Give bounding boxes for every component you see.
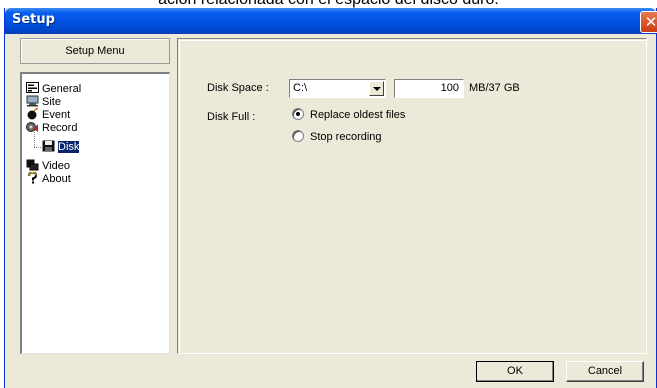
disk-icon	[42, 140, 55, 152]
disk-size-unit: MB/37 GB	[469, 82, 520, 94]
tree-connector	[34, 147, 41, 148]
radio-label: Replace oldest files	[310, 109, 406, 122]
title-bar[interactable]: Setup ✕	[5, 8, 657, 34]
menu-item-about[interactable]: About	[26, 171, 71, 186]
ok-button[interactable]: OK	[476, 361, 554, 382]
menu-item-label: Video	[42, 160, 70, 173]
radio-button[interactable]	[292, 130, 304, 143]
menu-item-record[interactable]: Record	[26, 121, 77, 135]
menu-item-label: General	[42, 83, 82, 96]
menu-item-label: Site	[42, 96, 61, 109]
disk-full-label: Disk Full :	[207, 111, 256, 123]
video-icon	[26, 159, 39, 171]
about-icon	[26, 171, 39, 184]
chevron-down-icon[interactable]	[369, 81, 384, 96]
menu-item-label: Record	[42, 122, 78, 135]
radio-button[interactable]	[292, 108, 304, 121]
close-button[interactable]: ✕	[640, 11, 657, 33]
record-icon	[26, 121, 39, 133]
menu-item-general[interactable]: General	[26, 82, 81, 96]
menu-item-disk[interactable]: Disk	[42, 140, 80, 154]
event-icon	[26, 107, 39, 120]
drive-value: C:\	[293, 82, 308, 94]
general-icon	[26, 82, 39, 94]
disk-size-input[interactable]: 100	[394, 79, 464, 98]
window-title: Setup	[12, 12, 55, 27]
menu-item-label: Disk	[58, 141, 80, 154]
close-icon: ✕	[644, 13, 657, 31]
cancel-button[interactable]: Cancel	[566, 361, 644, 382]
menu-item-site[interactable]: Site	[26, 95, 61, 109]
menu-item-label: About	[42, 173, 71, 186]
radio-replace-oldest[interactable]: Replace oldest files	[292, 108, 406, 123]
disk-space-label: Disk Space :	[207, 82, 269, 94]
setup-menu-header: Setup Menu	[20, 38, 170, 64]
radio-stop-recording[interactable]: Stop recording	[292, 130, 382, 145]
setup-menu-tree: General Site Event Record Disk Video Abo…	[20, 72, 170, 354]
site-icon	[26, 95, 39, 107]
menu-item-video[interactable]: Video	[26, 159, 70, 173]
radio-label: Stop recording	[310, 131, 382, 144]
drive-select[interactable]: C:\	[289, 79, 386, 98]
menu-item-event[interactable]: Event	[26, 107, 71, 122]
menu-item-label: Event	[42, 109, 71, 122]
